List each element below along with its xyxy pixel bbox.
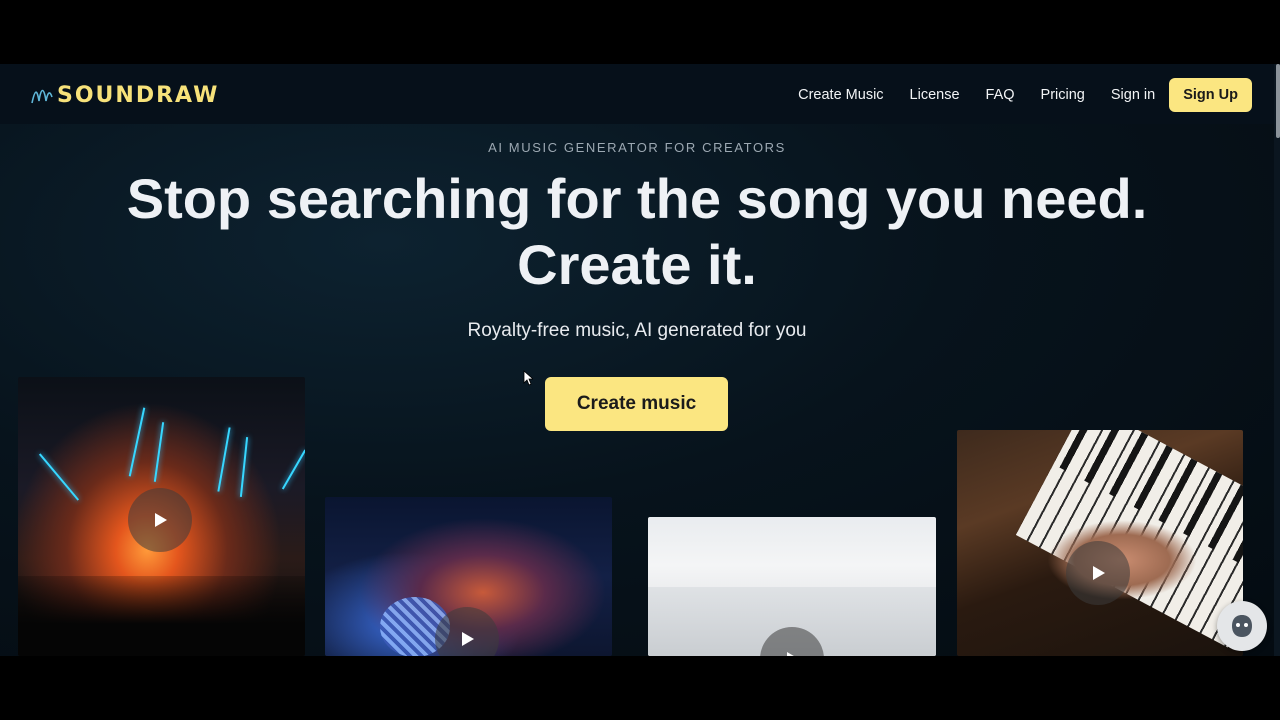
scrollbar[interactable] [1274, 64, 1280, 656]
headline-line-1: Stop searching for the song you need. [126, 167, 1148, 230]
scrollbar-thumb[interactable] [1276, 64, 1280, 138]
video-card-concert[interactable] [18, 377, 305, 656]
nav-license[interactable]: License [910, 87, 960, 103]
nav-create-music[interactable]: Create Music [798, 87, 883, 103]
hero-eyebrow: AI MUSIC GENERATOR FOR CREATORS [488, 140, 786, 155]
chat-support-button[interactable] [1217, 601, 1267, 651]
nav-faq[interactable]: FAQ [986, 87, 1015, 103]
play-icon [155, 513, 167, 527]
page-viewport: SOUNDRAW Create Music License FAQ Pricin… [0, 64, 1280, 656]
video-card-disco[interactable] [325, 497, 612, 656]
play-button[interactable] [435, 607, 499, 656]
nav-pricing[interactable]: Pricing [1041, 87, 1085, 103]
light-beam [38, 453, 80, 501]
light-beam [153, 422, 165, 482]
video-card-corridor[interactable] [648, 517, 936, 656]
brand-name: SOUNDRAW [57, 82, 220, 108]
chat-bot-icon [1232, 615, 1252, 637]
headline-line-2: Create it. [517, 233, 757, 296]
hero-headline: Stop searching for the song you need. Cr… [0, 166, 1274, 298]
hero-subhead: Royalty-free music, AI generated for you [467, 320, 807, 341]
crowd-silhouette [18, 576, 305, 656]
play-button[interactable] [128, 488, 192, 552]
navbar: SOUNDRAW Create Music License FAQ Pricin… [0, 64, 1274, 124]
nav-links: Create Music License FAQ Pricing Sign in… [772, 78, 1252, 112]
video-card-piano[interactable] [957, 430, 1243, 656]
play-button[interactable] [1066, 541, 1130, 605]
light-beam [239, 437, 249, 497]
light-beam [128, 407, 146, 477]
light-beam [281, 449, 305, 490]
letterbox-bottom [0, 656, 1280, 720]
mouse-cursor-icon [523, 370, 533, 386]
letterbox-top [0, 0, 1280, 64]
logo[interactable]: SOUNDRAW [31, 82, 219, 108]
create-music-button[interactable]: Create music [545, 377, 728, 431]
sign-up-button[interactable]: Sign Up [1169, 78, 1252, 112]
play-icon [1093, 566, 1105, 580]
light-beam [217, 427, 231, 492]
play-icon [462, 632, 474, 646]
waveform-logo-icon [31, 89, 53, 104]
nav-sign-in[interactable]: Sign in [1111, 87, 1155, 103]
